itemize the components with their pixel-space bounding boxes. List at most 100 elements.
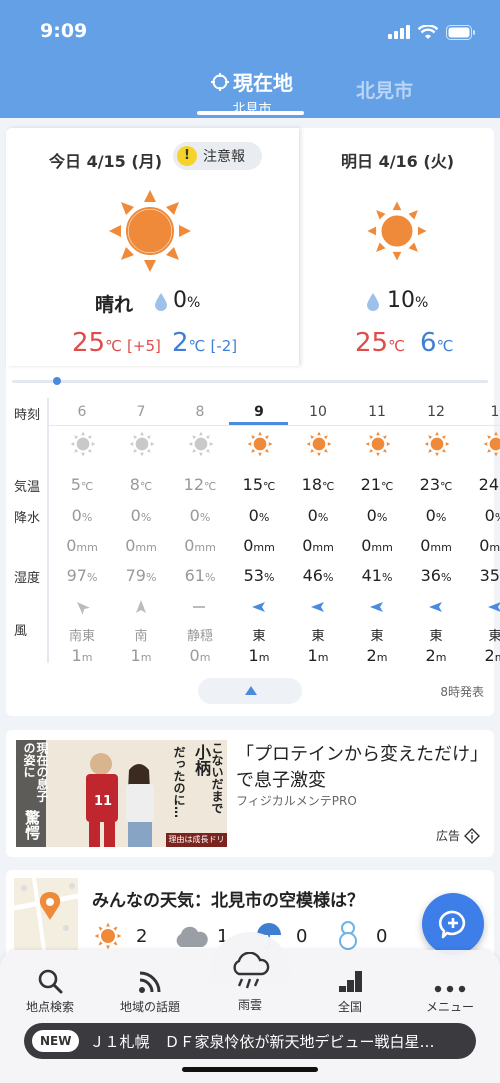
hour-temp: 23℃ xyxy=(407,475,465,494)
today-high: 25℃ xyxy=(72,328,122,358)
news-ticker[interactable]: NEW Ｊ１札幌 ＤＦ家泉怜依が新天地デビュー戦白星… xyxy=(24,1023,476,1059)
tab-current-location[interactable]: 現在地 北見市 xyxy=(200,67,304,117)
location-target-icon xyxy=(211,72,229,91)
tomorrow-low: 6℃ xyxy=(420,328,453,358)
hour-humidity-unit: % xyxy=(263,571,275,584)
nav-national-label: 全国 xyxy=(337,1000,362,1014)
hour-wind-dir: 東 xyxy=(370,629,384,644)
nav-search-label: 地点検索 xyxy=(25,1000,74,1014)
wind-arrow-icon xyxy=(311,602,324,612)
status-time: 9:09 xyxy=(40,20,88,42)
tab-current-title: 現在地 xyxy=(233,71,293,95)
new-badge: NEW xyxy=(32,1030,80,1052)
hour-wind-speed: 2m xyxy=(466,646,500,665)
hourly-scroll-track[interactable] xyxy=(12,380,488,383)
hour-pop-unit: % xyxy=(495,511,500,524)
hour-humidity-unit: % xyxy=(440,571,452,584)
wind-arrow-icon xyxy=(370,602,383,612)
hour-rain-unit: mm xyxy=(371,541,393,554)
hour-label: 7 xyxy=(136,404,146,420)
hour-pop: 0% xyxy=(230,506,288,525)
hour-wind-dir: 南東 xyxy=(68,629,95,644)
hour-humidity-value: 97 xyxy=(66,566,87,585)
hour-rain-unit: mm xyxy=(489,541,500,554)
hour-humidity-unit: % xyxy=(145,571,157,584)
hour-humidity-value: 79 xyxy=(125,566,146,585)
hour-temp-value: 23 xyxy=(419,475,440,494)
app-header: 9:09 現在地 北見市 北見市 xyxy=(0,0,500,118)
hour-pop-value: 0 xyxy=(189,506,200,525)
hour-temp-value: 24 xyxy=(478,475,499,494)
ad-card[interactable]: 現在の息子の姿に 驚愕 11 こないだまで 小柄 だったのに… 理由は成長ドリン… xyxy=(6,730,494,857)
hour-wind-dir: 東 xyxy=(488,629,500,644)
snowman-icon xyxy=(339,921,357,950)
more-icon xyxy=(434,985,466,993)
hour-pop-unit: % xyxy=(435,511,447,524)
alert-chip[interactable]: ! 注意報 xyxy=(173,142,262,170)
tab-kitami[interactable]: 北見市 xyxy=(356,76,413,103)
post-weather-button[interactable] xyxy=(422,893,484,955)
hour-label: 6 xyxy=(77,404,87,420)
hour-rain: 0mm xyxy=(112,536,170,555)
hour-column: 8 12℃ 0% 0mm 61% 静穏 0m xyxy=(171,398,229,668)
hour-column: 124℃0%0mm35%東2m xyxy=(466,398,500,668)
ad-title[interactable]: 「プロテインから変えただけ」で息子激変 xyxy=(236,742,486,794)
cloud-icon xyxy=(176,926,208,947)
nav-rain-radar[interactable]: 雨雲 xyxy=(200,948,300,1013)
hour-pop: 0% xyxy=(348,506,406,525)
hour-rain: 0mm xyxy=(171,536,229,555)
hourly-scroll-thumb[interactable] xyxy=(53,377,61,385)
nav-rain-radar-label: 雨雲 xyxy=(237,998,262,1012)
hourly-table[interactable]: 6 5℃ 0% 0mm 97% 南東 1m 7 8℃ 0% 0mm 79% 南 1m 8 12℃ 0% 0mm 61… xyxy=(49,398,500,670)
hour-temp-unit: ℃ xyxy=(322,480,335,493)
nav-local-topics[interactable]: 地域の話題 xyxy=(100,960,200,1015)
nav-menu-label: メニュー xyxy=(425,1000,474,1014)
hour-temp: 21℃ xyxy=(348,475,406,494)
nav-menu[interactable]: メニュー xyxy=(400,960,500,1015)
hour-wind-speed-value: 1 xyxy=(248,646,259,665)
today-precip-value: 0 xyxy=(173,288,187,313)
hour-temp-value: 18 xyxy=(301,475,322,494)
today-low-value: 2 xyxy=(171,328,189,358)
hour-wind-speed-value: 1 xyxy=(130,646,141,665)
ticker-text: Ｊ１札幌 ＤＦ家泉怜依が新天地デビュー戦白星… xyxy=(89,1032,435,1051)
today-panel[interactable]: 今日 4/15 (月) ! 注意報 晴れ 0% 25℃ [+5] 2℃ [-2] xyxy=(6,128,299,366)
sun-icon xyxy=(247,431,273,457)
tomorrow-panel[interactable]: 明日 4/16 (火) 10% 25℃ 6℃ xyxy=(303,128,494,366)
nav-national[interactable]: 全国 xyxy=(300,960,400,1015)
hour-temp-value: 8 xyxy=(129,475,140,494)
hour-rain-value: 0 xyxy=(302,536,313,555)
hour-wind-speed-value: 2 xyxy=(366,646,377,665)
community-title: みんなの天気：北見市の空模様は？ xyxy=(92,891,364,911)
alert-icon: ! xyxy=(177,146,197,166)
hour-pop: 0% xyxy=(171,506,229,525)
ad-badge[interactable]: 広告 xyxy=(436,827,480,844)
wind-arrow-icon xyxy=(488,602,500,612)
hour-wind-speed-unit: m xyxy=(495,651,500,664)
today-precip: 0% xyxy=(173,288,200,313)
hour-rain-value: 0 xyxy=(361,536,372,555)
status-icons xyxy=(388,22,476,42)
hour-humidity-unit: % xyxy=(381,571,393,584)
ad-image-footer: 理由は成長ドリンク xyxy=(168,835,225,844)
sun-icon xyxy=(94,922,122,950)
hour-temp-unit: ℃ xyxy=(263,480,276,493)
hour-pop: 0% xyxy=(466,506,500,525)
home-indicator xyxy=(182,1067,318,1072)
hour-pop: 0% xyxy=(289,506,347,525)
chart-icon xyxy=(339,971,362,992)
hour-temp: 24℃ xyxy=(466,475,500,494)
ad-image: 現在の息子の姿に 驚愕 11 こないだまで 小柄 だったのに… 理由は成長ドリン… xyxy=(16,740,227,847)
hour-humidity-unit: % xyxy=(86,571,98,584)
today-precip-unit: % xyxy=(187,295,201,311)
nav-search[interactable]: 地点検索 xyxy=(0,960,100,1015)
hour-wind-speed: 1m xyxy=(289,646,347,665)
ad-image-left-big: 驚愕 xyxy=(23,810,41,840)
hour-pop: 0% xyxy=(112,506,170,525)
tomorrow-precip-unit: % xyxy=(415,295,429,311)
rss-icon xyxy=(139,971,161,993)
today-high-unit: ℃ xyxy=(105,337,122,355)
hour-column: 12 23℃ 0% 0mm 36% 東 2m xyxy=(407,398,465,668)
label-precip: 降水 xyxy=(14,511,41,526)
hour-temp-value: 21 xyxy=(360,475,381,494)
